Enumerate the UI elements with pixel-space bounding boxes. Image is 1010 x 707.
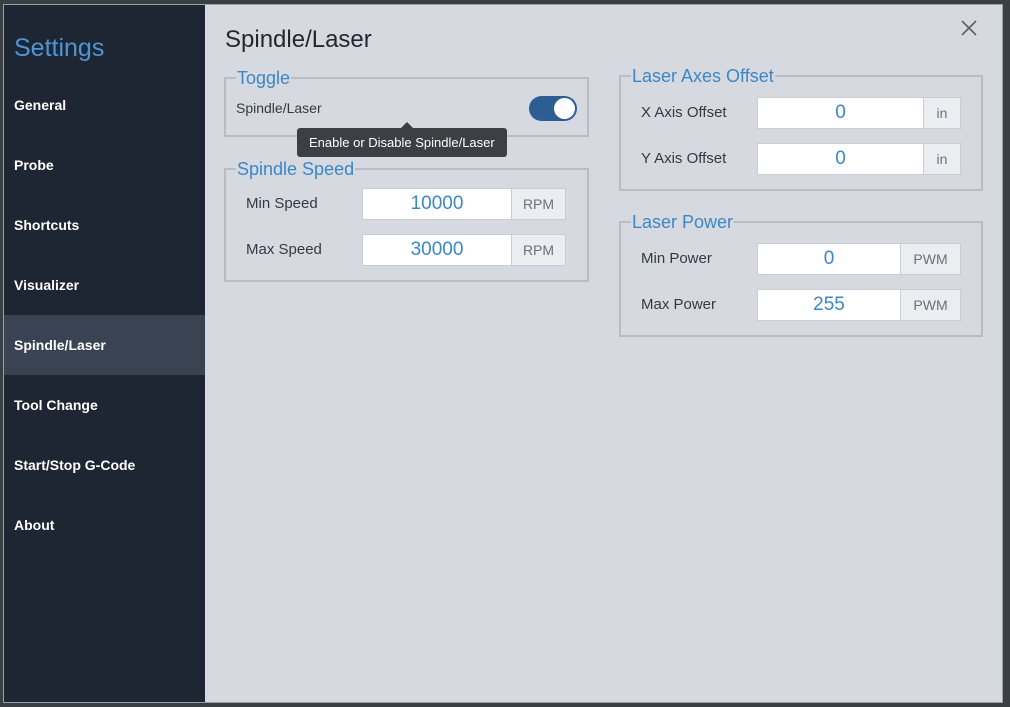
sidebar-item-spindle-laser[interactable]: Spindle/Laser [4,315,205,375]
x-axis-offset-field: in [757,97,961,129]
sidebar-item-label: Spindle/Laser [14,337,106,353]
sidebar-item-start-stop-gcode[interactable]: Start/Stop G-Code [4,435,205,495]
min-speed-label: Min Speed [246,195,318,212]
min-power-label: Min Power [641,250,712,267]
spindle-laser-toggle-label: Spindle/Laser [236,100,322,116]
toggle-knob [554,98,575,119]
min-speed-field: RPM [362,188,566,220]
sidebar-item-about[interactable]: About [4,495,205,555]
max-power-label: Max Power [641,296,717,313]
sidebar-nav: General Probe Shortcuts Visualizer Spind… [4,75,205,555]
max-speed-input[interactable] [363,235,511,265]
y-axis-offset-field: in [757,143,961,175]
x-axis-offset-input[interactable] [758,98,923,128]
sidebar-item-label: Shortcuts [14,217,80,233]
laser-power-legend: Laser Power [632,212,734,232]
settings-sidebar: Settings General Probe Shortcuts Visuali… [4,5,205,702]
close-icon[interactable] [958,19,980,41]
max-speed-field: RPM [362,234,566,266]
spindle-laser-toggle[interactable] [529,96,577,121]
sidebar-item-general[interactable]: General [4,75,205,135]
spindle-speed-legend: Spindle Speed [237,159,355,179]
min-power-input[interactable] [758,244,900,274]
sidebar-item-label: Probe [14,157,54,173]
min-power-unit: PWM [900,244,960,274]
y-axis-offset-input[interactable] [758,144,923,174]
sidebar-item-probe[interactable]: Probe [4,135,205,195]
sidebar-item-visualizer[interactable]: Visualizer [4,255,205,315]
toggle-tooltip: Enable or Disable Spindle/Laser [297,122,507,157]
sidebar-item-label: Tool Change [14,397,98,413]
settings-content: Spindle/Laser Toggle Spindle/Laser Spind… [205,5,1002,702]
sidebar-item-label: General [14,97,67,113]
max-power-unit: PWM [900,290,960,320]
x-axis-offset-label: X Axis Offset [641,104,727,121]
toggle-group-legend: Toggle [237,68,291,88]
sidebar-item-tool-change[interactable]: Tool Change [4,375,205,435]
close-icon-glyph [961,20,977,36]
min-speed-unit: RPM [511,189,565,219]
sidebar-item-label: About [14,517,55,533]
min-power-field: PWM [757,243,961,275]
laser-axes-offset-legend: Laser Axes Offset [632,66,774,86]
y-axis-offset-unit: in [923,144,960,174]
sidebar-item-label: Visualizer [14,277,80,293]
max-power-field: PWM [757,289,961,321]
max-speed-label: Max Speed [246,241,322,258]
x-axis-offset-unit: in [923,98,960,128]
sidebar-item-shortcuts[interactable]: Shortcuts [4,195,205,255]
y-axis-offset-label: Y Axis Offset [641,150,727,167]
max-speed-unit: RPM [511,235,565,265]
sidebar-item-label: Start/Stop G-Code [14,457,136,473]
settings-modal: Settings General Probe Shortcuts Visuali… [3,4,1003,703]
min-speed-input[interactable] [363,189,511,219]
page-title: Spindle/Laser [225,26,372,53]
sidebar-title: Settings [14,34,105,62]
max-power-input[interactable] [758,290,900,320]
